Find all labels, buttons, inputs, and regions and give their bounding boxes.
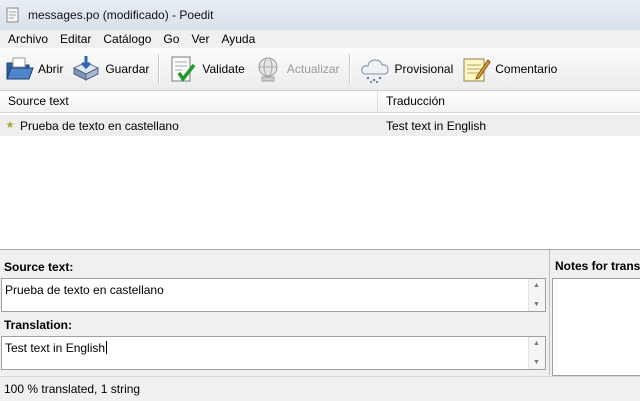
translation-value: Test text in English [5, 341, 106, 355]
globe-update-icon [253, 54, 283, 84]
scroll-down-icon[interactable]: ▼ [533, 301, 540, 308]
notes-panel: Notes for transl [549, 250, 640, 376]
validate-checkmark-icon [168, 54, 198, 84]
notes-field[interactable] [552, 278, 640, 376]
menu-ayuda[interactable]: Ayuda [215, 32, 261, 46]
list-header: Source text Traducción [0, 91, 640, 113]
scroll-up-icon[interactable]: ▲ [533, 282, 540, 289]
menu-catalogo[interactable]: Catálogo [97, 32, 157, 46]
scroll-up-icon[interactable]: ▲ [533, 340, 540, 347]
menu-ver[interactable]: Ver [185, 32, 215, 46]
save-button[interactable]: Guardar [67, 51, 153, 87]
update-button[interactable]: Actualizar [249, 51, 344, 87]
cloud-icon [359, 54, 391, 84]
title-bar: messages.po (modificado) - Poedit [0, 0, 640, 30]
menu-archivo[interactable]: Archivo [0, 32, 54, 46]
comment-button[interactable]: Comentario [457, 51, 561, 87]
list-row[interactable]: ★ Prueba de texto en castellano Test tex… [0, 115, 640, 136]
poedit-app-icon[interactable] [6, 7, 20, 23]
comment-label: Comentario [495, 62, 558, 76]
translation-scrollbar[interactable]: ▲ ▼ [528, 337, 545, 369]
update-label: Actualizar [286, 62, 340, 76]
column-header-source[interactable]: Source text [0, 91, 378, 112]
translation-field[interactable]: Test text in English ▲ ▼ [1, 336, 546, 370]
column-header-translation[interactable]: Traducción [378, 91, 640, 112]
notepad-icon [461, 54, 491, 84]
window-title: messages.po (modificado) - Poedit [28, 8, 214, 22]
scroll-down-icon[interactable]: ▼ [533, 359, 540, 366]
notes-label: Notes for transl [555, 259, 640, 273]
translation-list[interactable]: Source text Traducción ★ Prueba de texto… [0, 91, 640, 250]
star-icon: ★ [5, 120, 15, 131]
text-caret [106, 341, 108, 354]
save-disk-icon [71, 54, 101, 84]
menu-bar: Archivo Editar Catálogo Go Ver Ayuda [0, 30, 640, 48]
fuzzy-button[interactable]: Provisional [355, 51, 458, 87]
open-button[interactable]: Abrir [0, 51, 67, 87]
status-bar: 100 % translated, 1 string [0, 376, 640, 401]
toolbar: Abrir Guardar Validate Actualizar Provis… [0, 48, 640, 91]
folder-open-icon [4, 54, 34, 84]
save-label: Guardar [105, 62, 150, 76]
toolbar-separator [158, 54, 160, 84]
status-text: 100 % translated, 1 string [4, 382, 141, 396]
source-text-field[interactable]: Prueba de texto en castellano ▲ ▼ [1, 278, 546, 312]
validate-label: Validate [202, 62, 245, 76]
menu-editar[interactable]: Editar [54, 32, 97, 46]
row-source-text: Prueba de texto en castellano [20, 118, 179, 133]
validate-button[interactable]: Validate [164, 51, 248, 87]
row-translation-text: Test text in English [386, 118, 487, 133]
source-text-value: Prueba de texto en castellano [5, 283, 164, 297]
fuzzy-label: Provisional [394, 62, 454, 76]
source-scrollbar[interactable]: ▲ ▼ [528, 279, 545, 311]
menu-go[interactable]: Go [157, 32, 185, 46]
toolbar-separator [348, 54, 350, 84]
open-label: Abrir [38, 62, 64, 76]
source-text-label: Source text: [4, 260, 74, 274]
translation-label: Translation: [4, 318, 73, 332]
editor-panel: Source text: Prueba de texto en castella… [0, 250, 550, 375]
translation-value-wrap: Test text in English [5, 341, 108, 355]
